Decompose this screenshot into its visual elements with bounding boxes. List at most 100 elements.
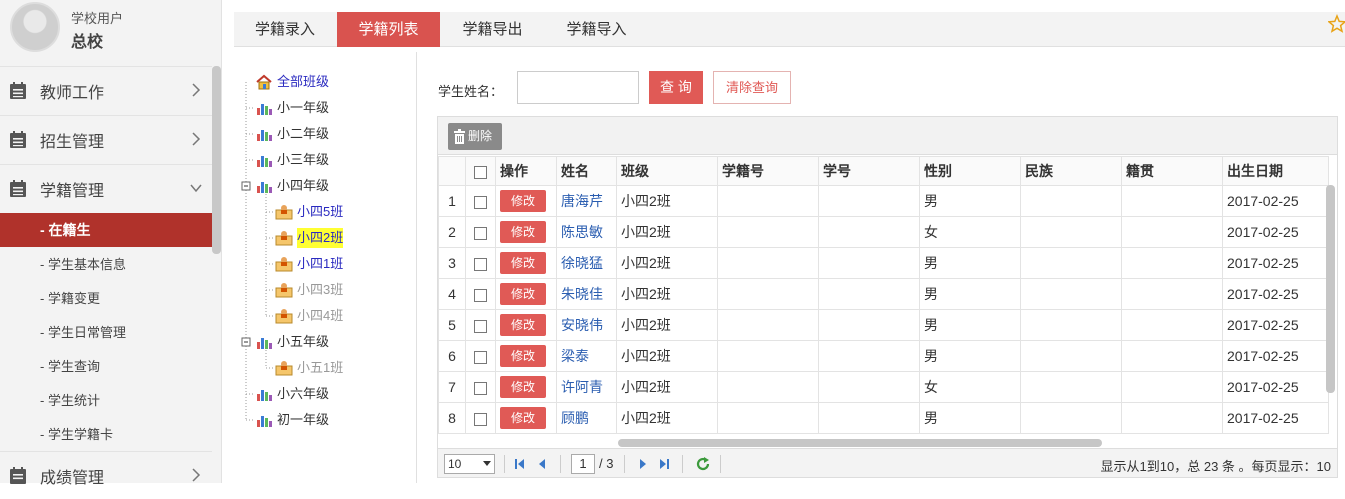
row-checkbox[interactable] (474, 381, 487, 395)
table-row[interactable]: 8 修改 顾鹏 小四2班 男 2017-02-25 (438, 402, 1329, 434)
edit-button[interactable]: 修改 (500, 314, 546, 336)
student-name-link[interactable]: 顾鹏 (556, 402, 617, 434)
row-checkbox[interactable] (474, 288, 487, 302)
tree-node-grade-2[interactable]: 小二年级 (255, 124, 329, 144)
row-select[interactable] (465, 185, 496, 217)
sub-item-basic-info[interactable]: - 学生基本信息 (0, 248, 212, 282)
edit-button[interactable]: 修改 (500, 283, 546, 305)
edit-button[interactable]: 修改 (500, 252, 546, 274)
tree-node-class-4-2[interactable]: 小四2班 (275, 228, 344, 248)
ethnicity-cell (1020, 185, 1122, 217)
tree-node-all-classes[interactable]: 全部班级 (255, 72, 329, 92)
menu-student-records[interactable]: 学籍管理 (0, 164, 212, 212)
student-name-link[interactable]: 陈思敏 (556, 216, 617, 248)
edit-button[interactable]: 修改 (500, 345, 546, 367)
row-checkbox[interactable] (474, 319, 487, 333)
grid-horizontal-scrollbar[interactable] (618, 439, 1102, 447)
row-select[interactable] (465, 278, 496, 310)
user-panel: 学校用户 总校 (0, 0, 221, 62)
row-select[interactable] (465, 340, 496, 372)
last-page-icon[interactable] (658, 458, 670, 470)
column-header[interactable]: 籍贯 (1121, 156, 1223, 186)
edit-button[interactable]: 修改 (500, 407, 546, 429)
tree-node-class-5-1[interactable]: 小五1班 (275, 358, 343, 378)
edit-button[interactable]: 修改 (500, 376, 546, 398)
tree-node-grade-6[interactable]: 小六年级 (255, 384, 329, 404)
delete-button[interactable]: 删除 (448, 123, 502, 150)
student-name-link[interactable]: 安晓伟 (556, 309, 617, 341)
next-page-icon[interactable] (637, 458, 649, 470)
column-header[interactable]: 班级 (616, 156, 718, 186)
tab-record-entry[interactable]: 学籍录入 (234, 12, 336, 47)
row-select[interactable] (465, 309, 496, 341)
row-checkbox[interactable] (474, 350, 487, 364)
menu-enrollment[interactable]: 招生管理 (0, 115, 212, 163)
student-name-input[interactable] (517, 71, 639, 104)
column-header[interactable]: 操作 (495, 156, 557, 186)
column-header[interactable]: 姓名 (556, 156, 617, 186)
ethnicity-cell (1020, 278, 1122, 310)
table-row[interactable]: 2 修改 陈思敏 小四2班 女 2017-02-25 (438, 216, 1329, 248)
student-name-link[interactable]: 徐晓猛 (556, 247, 617, 279)
sub-item-enrolled[interactable]: - 在籍生 (0, 213, 212, 247)
tree-node-label: 全部班级 (277, 74, 330, 89)
tab-record-export[interactable]: 学籍导出 (441, 12, 544, 47)
column-header[interactable]: 民族 (1020, 156, 1122, 186)
sidebar-scrollbar[interactable] (212, 66, 221, 254)
tree-node-class-4-1[interactable]: 小四1班 (275, 254, 343, 274)
tree-node-class-4-3[interactable]: 小四3班 (275, 280, 343, 300)
row-select[interactable] (465, 371, 496, 403)
column-header[interactable]: 性别 (919, 156, 1021, 186)
tree-node-grade-1[interactable]: 小一年级 (255, 98, 329, 118)
sub-item-record-card[interactable]: - 学生学籍卡 (0, 418, 212, 452)
tree-node-grade-5[interactable]: 小五年级 (255, 332, 329, 352)
table-row[interactable]: 5 修改 安晓伟 小四2班 男 2017-02-25 (438, 309, 1329, 341)
header-select-all[interactable] (465, 156, 496, 186)
query-button[interactable]: 查 询 (649, 71, 703, 104)
sub-item-record-change[interactable]: - 学籍变更 (0, 282, 212, 316)
row-select[interactable] (465, 247, 496, 279)
row-select[interactable] (465, 216, 496, 248)
table-row[interactable]: 6 修改 梁泰 小四2班 男 2017-02-25 (438, 340, 1329, 372)
page-size-select[interactable]: 10 (444, 454, 495, 474)
first-page-icon[interactable] (514, 458, 526, 470)
student-name-link[interactable]: 梁泰 (556, 340, 617, 372)
table-row[interactable]: 3 修改 徐晓猛 小四2班 男 2017-02-25 (438, 247, 1329, 279)
menu-teacher-work[interactable]: 教师工作 (0, 66, 212, 114)
edit-button[interactable]: 修改 (500, 190, 546, 212)
tree-node-grade-4[interactable]: 小四年级 (255, 176, 329, 196)
row-checkbox[interactable] (474, 226, 487, 240)
grid-vertical-scrollbar[interactable] (1326, 185, 1335, 393)
student-name-link[interactable]: 朱晓佳 (556, 278, 617, 310)
sub-item-student-query[interactable]: - 学生查询 (0, 350, 212, 384)
tab-record-list[interactable]: 学籍列表 (337, 12, 440, 47)
row-checkbox[interactable] (474, 195, 487, 209)
table-row[interactable]: 4 修改 朱晓佳 小四2班 男 2017-02-25 (438, 278, 1329, 310)
row-checkbox[interactable] (474, 412, 487, 426)
tree-node-class-4-5[interactable]: 小四5班 (275, 202, 343, 222)
row-number: 7 (438, 371, 466, 403)
prev-page-icon[interactable] (536, 458, 548, 470)
refresh-icon[interactable] (695, 456, 711, 472)
student-name-link[interactable]: 许阿青 (556, 371, 617, 403)
edit-button[interactable]: 修改 (500, 221, 546, 243)
select-all-checkbox[interactable] (474, 165, 487, 179)
tree-node-class-4-4[interactable]: 小四4班 (275, 306, 343, 326)
column-header[interactable]: 学号 (818, 156, 920, 186)
table-row[interactable]: 1 修改 唐海芹 小四2班 男 2017-02-25 (438, 185, 1329, 217)
row-select[interactable] (465, 402, 496, 434)
sub-item-statistics[interactable]: - 学生统计 (0, 384, 212, 418)
row-checkbox[interactable] (474, 257, 487, 271)
clear-query-button[interactable]: 清除查询 (713, 71, 791, 104)
menu-grades[interactable]: 成绩管理 (0, 451, 212, 499)
tab-record-import[interactable]: 学籍导入 (545, 12, 648, 47)
student-name-link[interactable]: 唐海芹 (556, 185, 617, 217)
table-row[interactable]: 7 修改 许阿青 小四2班 女 2017-02-25 (438, 371, 1329, 403)
page-number-input[interactable]: 1 (571, 454, 595, 474)
sub-item-daily-management[interactable]: - 学生日常管理 (0, 316, 212, 350)
tree-node-junior-1[interactable]: 初一年级 (255, 410, 329, 430)
column-header[interactable]: 学籍号 (717, 156, 819, 186)
star-icon[interactable] (1328, 14, 1345, 34)
column-header[interactable]: 出生日期 (1222, 156, 1329, 186)
tree-node-grade-3[interactable]: 小三年级 (255, 150, 329, 170)
